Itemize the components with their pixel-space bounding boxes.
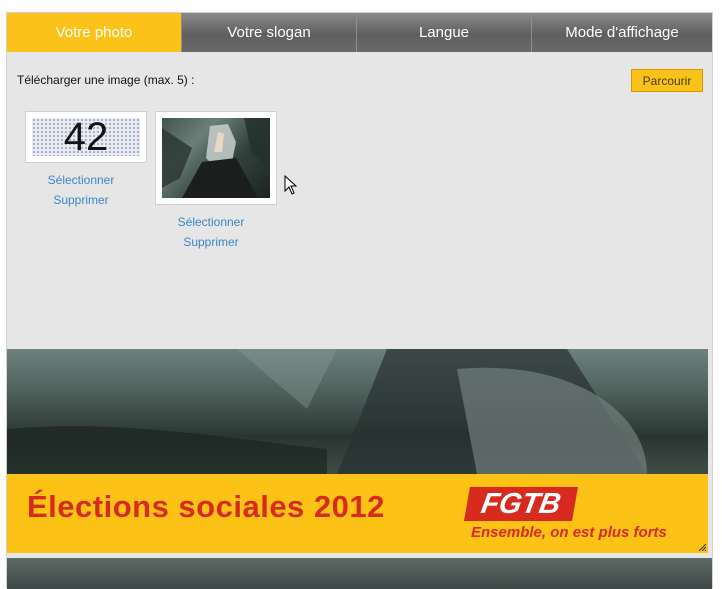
delete-image-2-link[interactable]: Supprimer (155, 235, 267, 249)
select-image-1-link[interactable]: Sélectionner (25, 173, 137, 187)
thumbnail-number: 42 (63, 115, 109, 159)
tab-votre-slogan[interactable]: Votre slogan (182, 13, 357, 52)
tab-bar: Votre photo Votre slogan Langue Mode d'a… (7, 13, 712, 52)
photo-settings-panel: Votre photo Votre slogan Langue Mode d'a… (6, 12, 713, 589)
tab-langue[interactable]: Langue (357, 13, 532, 52)
banner-tagline: Ensemble, on est plus forts (471, 524, 667, 541)
image-thumbnail-2[interactable] (155, 111, 277, 205)
tab-votre-photo[interactable]: Votre photo (7, 13, 182, 52)
resize-grip-icon[interactable] (698, 543, 706, 551)
upload-label: Télécharger une image (max. 5) : (17, 73, 195, 87)
background-image-strip (7, 558, 712, 589)
character-artwork (162, 118, 270, 198)
select-image-2-link[interactable]: Sélectionner (155, 215, 267, 229)
cursor-arrow-icon (284, 175, 298, 195)
thumbnail-42-image: 42 (32, 115, 140, 159)
thumbnail-character-image (162, 118, 270, 198)
fgtb-logo: FGTB (464, 487, 578, 521)
banner-slogan: Élections sociales 2012 (27, 489, 385, 524)
banner-background-image (7, 349, 708, 474)
delete-image-1-link[interactable]: Supprimer (25, 193, 137, 207)
browse-button[interactable]: Parcourir (631, 69, 703, 92)
banner-preview: Élections sociales 2012 FGTB Ensemble, o… (7, 349, 708, 553)
tab-mode-affichage[interactable]: Mode d'affichage (532, 13, 712, 52)
image-thumbnail-1[interactable]: 42 (25, 111, 147, 163)
banner-artwork (7, 349, 647, 474)
